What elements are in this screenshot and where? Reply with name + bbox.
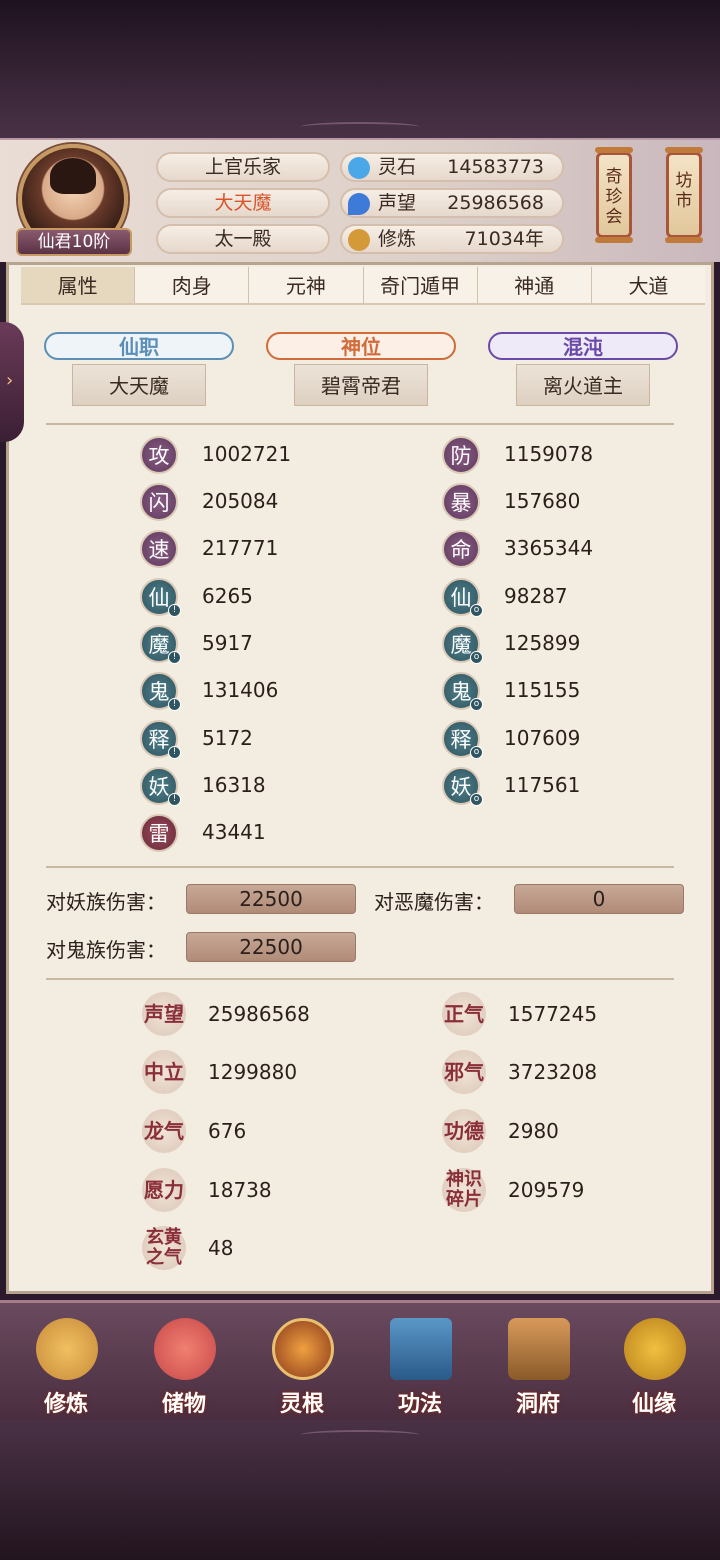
attack-mark-icon: ! [168,746,181,759]
gourd-icon [624,1318,686,1380]
nav-fate[interactable]: 仙缘 [604,1314,704,1417]
stat-hp[interactable]: 命 3365344 [442,530,720,570]
treasure-bag-icon [154,1318,216,1380]
stat-demon-attack[interactable]: 魔! 5917 [140,625,420,665]
attack-mark-icon: ! [168,651,181,664]
damage-vs-ghosts-label: 对鬼族伤害： [46,938,166,962]
attack-mark-icon: ! [168,698,181,711]
stat-monster-attack[interactable]: 妖! 16318 [140,767,420,807]
stat-immortal-defense[interactable]: 仙 o 98287 [442,578,720,618]
misc-neutral[interactable]: 中立 1299880 [142,1050,422,1094]
misc-xuanhuang-qi[interactable]: 玄黄 之气 48 [142,1226,422,1270]
tab-divine-powers[interactable]: 神通 [477,267,592,305]
market-button[interactable]: 坊 市 [665,147,703,243]
damage-vs-demons-value: 0 [514,884,684,914]
stat-attack[interactable]: 攻 1002721 [140,436,420,476]
spirit-root-icon [272,1318,334,1380]
divider [46,866,674,868]
title-value-divine-position: 碧霄帝君 [294,364,428,406]
avatar-hair [50,158,96,194]
title-badge-chaos: 混沌 [488,332,678,360]
attack-mark-icon: ! [168,793,181,806]
misc-evil-qi[interactable]: 邪气 3723208 [442,1050,720,1094]
nav-spirit-root[interactable]: 灵根 [252,1314,352,1417]
meditating-monk-icon [36,1318,98,1380]
player-name: 上官乐家 [156,152,330,182]
title-value-chaos: 离火道主 [516,364,650,406]
title-badge-immortal-post: 仙职 [44,332,234,360]
damage-vs-monsters-value: 22500 [186,884,356,914]
damage-vs-ghosts-value: 22500 [186,932,356,962]
tab-great-dao[interactable]: 大道 [591,267,706,305]
market-label: 坊 市 [675,171,693,211]
tab-attributes[interactable]: 属性 [21,267,136,305]
attack-mark-icon: ! [168,604,181,617]
resource-spirit-stone: 灵石 14583773 [340,152,564,182]
defense-mark-icon: o [470,604,483,617]
nav-cave-mansion[interactable]: 洞府 [488,1314,588,1417]
cave-mansion-icon [508,1318,570,1380]
player-title: 大天魔 [156,188,330,218]
stat-immortal-attack[interactable]: 仙! 6265 [140,578,420,618]
stat-buddha-defense[interactable]: 释 o 107609 [442,720,720,760]
stat-speed[interactable]: 速 217771 [140,530,420,570]
resource-reputation: 声望 25986568 [340,188,564,218]
stat-dodge[interactable]: 闪 205084 [140,483,420,523]
bottom-ornament [300,1430,420,1440]
chevron-right-icon: › [6,370,14,391]
top-ornament [300,122,420,132]
bottom-background [0,1420,720,1560]
nav-storage[interactable]: 储物 [134,1314,234,1417]
stat-demon-defense[interactable]: 魔 o 125899 [442,625,720,665]
stat-thunder[interactable]: 雷 43441 [140,814,420,854]
defense-mark-icon: o [470,793,483,806]
spirit-stone-icon [348,157,370,179]
tab-bar: 属性 肉身 元神 奇门遁甲 神通 大道 [21,267,706,305]
stat-critical[interactable]: 暴 157680 [442,483,720,523]
defense-mark-icon: o [470,651,483,664]
treasure-fair-button[interactable]: 奇 珍 会 [595,147,633,243]
rank-badge: 仙君10阶 [16,228,132,256]
defense-mark-icon: o [470,698,483,711]
cultivation-icon [348,229,370,251]
misc-merit[interactable]: 功德 2980 [442,1109,720,1153]
misc-wish-power[interactable]: 愿力 18738 [142,1168,422,1212]
scripture-book-icon [390,1318,452,1380]
tab-qimen[interactable]: 奇门遁甲 [363,267,478,305]
stat-buddha-attack[interactable]: 释! 5172 [140,720,420,760]
player-sect: 太一殿 [156,224,330,254]
damage-vs-monsters-label: 对妖族伤害： [46,890,166,914]
misc-reputation[interactable]: 声望 25986568 [142,992,422,1036]
resource-cultivation: 修炼 71034年 [340,224,564,254]
misc-dragon-qi[interactable]: 龙气 676 [142,1109,422,1153]
top-background [0,0,720,140]
nav-cultivate[interactable]: 修炼 [16,1314,116,1417]
reputation-icon [348,193,370,215]
stat-defense[interactable]: 防 1159078 [442,436,720,476]
title-badge-divine-position: 神位 [266,332,456,360]
stat-ghost-defense[interactable]: 鬼 o 115155 [442,672,720,712]
treasure-fair-label: 奇 珍 会 [605,167,623,227]
tab-spirit[interactable]: 元神 [249,267,364,305]
title-value-immortal-post: 大天魔 [72,364,206,406]
damage-vs-demons-label: 对恶魔伤害： [374,890,494,914]
misc-righteous-qi[interactable]: 正气 1577245 [442,992,720,1036]
tab-body[interactable]: 肉身 [135,267,250,305]
stat-ghost-attack[interactable]: 鬼! 131406 [140,672,420,712]
misc-soul-fragment[interactable]: 神识 碎片 209579 [442,1168,720,1212]
side-expand-tab[interactable]: › [0,322,24,442]
divider [46,978,674,980]
divider [46,423,674,425]
nav-techniques[interactable]: 功法 [370,1314,470,1417]
defense-mark-icon: o [470,746,483,759]
stat-monster-defense[interactable]: 妖 o 117561 [442,767,720,807]
